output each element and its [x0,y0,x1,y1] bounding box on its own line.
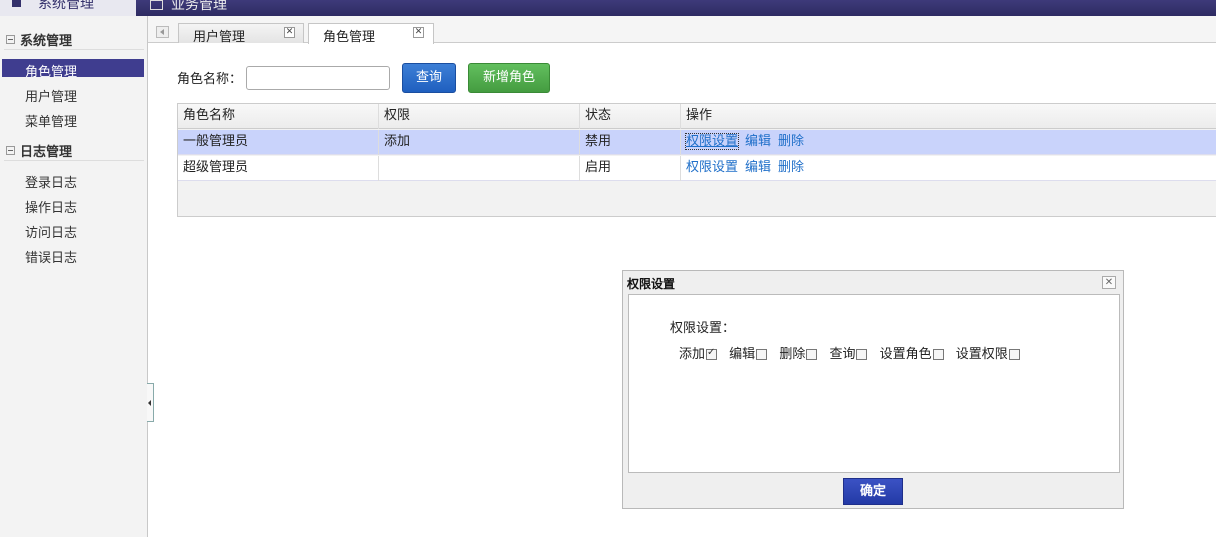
permission-option-delete[interactable]: 删除 [779,343,818,362]
actions-cell: 权限设置 编辑 删除 [681,156,1216,181]
query-button[interactable]: 查询 [402,63,456,93]
permission-label: 设置权限 [955,347,1008,362]
module-icon [150,0,163,10]
status-cell: 启用 [580,156,681,181]
delete-link[interactable]: 删除 [778,160,804,175]
permission-option-set-role[interactable]: 设置角色 [880,343,944,362]
top-navbar: 系统管理 业务管理 [0,0,1216,16]
table-row[interactable]: 一般管理员 添加 禁用 权限设置 编辑 删除 [178,130,1216,155]
checkbox-delete[interactable] [806,349,818,360]
column-header[interactable]: 操作 [681,104,1216,129]
role-table: 角色名称 权限 状态 操作 一般管理员 添加 禁用 权限设置 编辑 删除 超级管理员… [177,103,1216,217]
module-business-label: 业务管理 [171,0,227,13]
dialog-body: 权限设置： 添加 编辑 删除 查询 设置角色 设置权限 [628,294,1120,473]
sidebar: 系统管理 角色管理 用户管理 菜单管理 日志管理 登录日志 操作日志 访问日志 … [0,16,148,537]
role-name-cell: 超级管理员 [178,156,379,181]
tab-role-management[interactable]: 角色管理 ✕ [308,23,434,45]
role-name-input[interactable] [246,66,390,90]
table-header: 角色名称 权限 状态 操作 [178,104,1216,129]
close-icon[interactable]: ✕ [413,27,424,38]
permission-settings-link[interactable]: 权限设置 [684,133,740,150]
status-cell: 禁用 [580,130,681,155]
sidebar-item-access-log[interactable]: 访问日志 [25,222,77,241]
tab-bar: 用户管理 ✕ 角色管理 ✕ [148,16,1216,45]
permission-option-edit[interactable]: 编辑 [729,343,768,362]
permission-option-set-permission[interactable]: 设置权限 [956,343,1020,362]
permission-label: 编辑 [729,347,756,362]
column-header[interactable]: 权限 [379,104,580,129]
role-name-label: 角色名称： [177,72,243,87]
sidebar-group-system[interactable]: 系统管理 [6,30,72,49]
module-business[interactable]: 业务管理 [150,0,227,14]
module-icon [12,0,21,7]
permission-label: 删除 [779,347,806,362]
permission-label: 设置角色 [879,347,932,362]
sidebar-item-menu-management[interactable]: 菜单管理 [25,111,77,130]
checkbox-edit[interactable] [756,349,768,360]
permission-settings-label: 权限设置： [670,321,736,336]
checkbox-query[interactable] [856,349,868,360]
divider [4,49,144,50]
add-role-button[interactable]: 新增角色 [468,63,550,93]
permission-checkbox-group: 添加 编辑 删除 查询 设置角色 设置权限 [679,343,1028,362]
sidebar-group-logs[interactable]: 日志管理 [6,141,72,160]
tab-scroll-left-icon[interactable] [156,26,169,38]
permission-dialog: 权限设置 ✕ 权限设置： 添加 编辑 删除 查询 设置角色 设置权限 确定 [622,270,1124,509]
permission-label: 添加 [679,347,706,362]
table-row[interactable]: 超级管理员 启用 权限设置 编辑 删除 [178,156,1216,181]
divider [4,160,144,161]
module-system[interactable]: 系统管理 [0,0,136,16]
actions-cell: 权限设置 编辑 删除 [681,130,1216,155]
delete-link[interactable]: 删除 [778,134,804,149]
column-header[interactable]: 角色名称 [178,104,379,129]
sidebar-group-label: 日志管理 [20,145,73,160]
column-header[interactable]: 状态 [580,104,681,129]
permission-settings-link[interactable]: 权限设置 [686,160,738,175]
sidebar-item-login-log[interactable]: 登录日志 [25,172,77,191]
checkbox-add[interactable] [706,347,718,360]
sidebar-item-operation-log[interactable]: 操作日志 [25,197,77,216]
sidebar-group-label: 系统管理 [20,34,73,49]
sidebar-item-error-log[interactable]: 错误日志 [25,247,77,266]
close-icon[interactable]: ✕ [1102,276,1116,289]
module-system-label: 系统管理 [38,0,94,12]
checkbox-set-role[interactable] [932,349,944,360]
edit-link[interactable]: 编辑 [745,134,771,149]
dialog-title: 权限设置 [627,277,676,291]
collapse-minus-icon[interactable] [6,146,15,155]
sidebar-collapse-handle[interactable] [147,383,154,422]
permission-cell [379,156,580,181]
close-icon[interactable]: ✕ [284,27,295,38]
permission-option-query[interactable]: 查询 [829,343,868,362]
tab-user-management[interactable]: 用户管理 ✕ [178,23,304,45]
sidebar-item-user-management[interactable]: 用户管理 [25,86,77,105]
permission-label: 查询 [829,347,856,362]
edit-link[interactable]: 编辑 [745,160,771,175]
tab-label: 用户管理 [193,30,246,45]
permission-cell: 添加 [379,130,580,155]
role-name-cell: 一般管理员 [178,130,379,155]
tab-label: 角色管理 [323,30,376,45]
checkbox-set-permission[interactable] [1008,349,1020,360]
sidebar-item-role-management[interactable]: 角色管理 [25,61,77,80]
permission-option-add[interactable]: 添加 [679,343,718,362]
confirm-button[interactable]: 确定 [843,478,903,505]
collapse-minus-icon[interactable] [6,35,15,44]
